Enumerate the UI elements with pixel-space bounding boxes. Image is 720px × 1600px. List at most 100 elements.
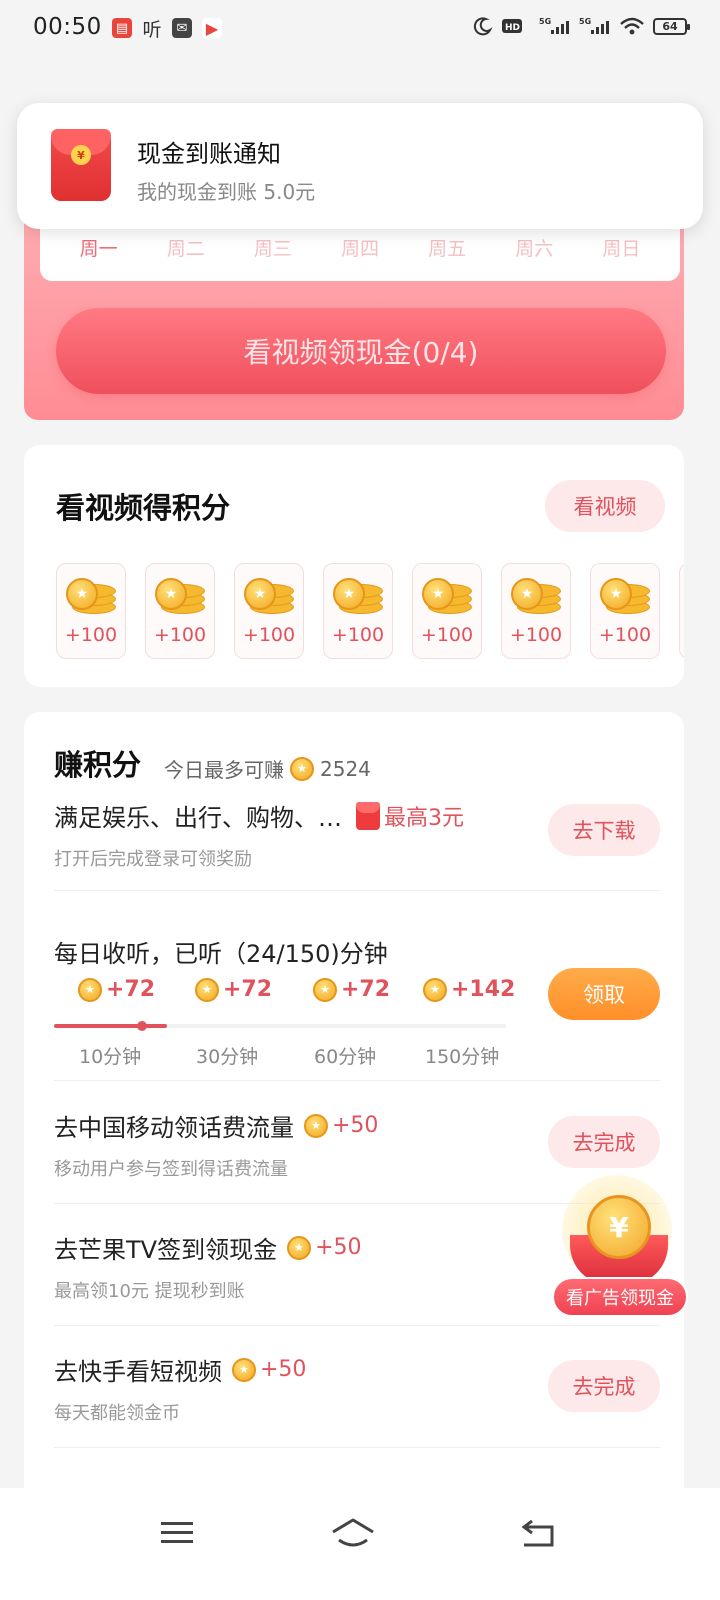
day-sun[interactable]: 周日 xyxy=(602,234,640,261)
task-reward: 最高3元 xyxy=(356,800,464,832)
coin-stack-icon: ★ xyxy=(244,574,296,616)
coin-tile[interactable]: ★ +100 xyxy=(590,563,660,659)
task-desc: 每天都能领金币 xyxy=(54,1403,180,1424)
progress-marker xyxy=(137,1021,147,1031)
video-icon: ▶ xyxy=(202,18,222,38)
earn-points-card: 赚积分 今日最多可赚 ★ 2524 满足娱乐、出行、购物、… 最高3元 打开后完… xyxy=(24,712,684,1512)
coin-icon: ★ xyxy=(287,1235,312,1260)
status-bar: 00:50 ▤ 听 ✉ ▶ HD 5G 5G 64 xyxy=(0,0,720,60)
notification-body: 我的现金到账 5.0元 xyxy=(137,180,316,204)
notification-title: 现金到账通知 xyxy=(137,140,281,168)
download-button[interactable]: 去下载 xyxy=(548,804,660,856)
hd-icon: HD xyxy=(502,19,522,33)
divider xyxy=(54,1325,660,1326)
coin-icon: ★ xyxy=(290,756,314,781)
task-china-mobile: 去中国移动领话费流量 ★ +50 移动用户参与签到得话费流量 xyxy=(54,1108,378,1181)
day-wed[interactable]: 周三 xyxy=(254,234,292,261)
svg-text:5G: 5G xyxy=(539,17,551,26)
float-ad-label[interactable]: 看广告领现金 xyxy=(552,1277,688,1317)
task-title: 去芒果TV签到领现金 xyxy=(54,1236,278,1264)
task-download: 满足娱乐、出行、购物、… 最高3元 打开后完成登录可领奖励 xyxy=(54,798,464,871)
milestone-label: 60分钟 xyxy=(314,1046,377,1068)
claim-button[interactable]: 领取 xyxy=(548,968,660,1020)
coin-tile[interactable]: ★ +100 xyxy=(145,563,215,659)
signal-2-icon: 5G xyxy=(579,17,609,34)
milestone-label: 150分钟 xyxy=(425,1046,500,1068)
video-points-card: 看视频得积分 看视频 ★ +100 ★ +100 ★ +100 ★ +100 ★… xyxy=(24,445,684,687)
coin-tile[interactable]: ★ +100 xyxy=(412,563,482,659)
svg-text:5G: 5G xyxy=(579,17,591,26)
listen-app-icon: 听 xyxy=(142,18,162,41)
task-reward: ★ +50 xyxy=(287,1235,362,1260)
coin-amount: +100 xyxy=(598,624,652,646)
mail-icon: ✉ xyxy=(172,18,192,38)
task-desc: 打开后完成登录可领奖励 xyxy=(54,849,252,870)
coin-icon: ★ xyxy=(232,1357,256,1382)
task-desc: 最高领10元 提现秒到账 xyxy=(54,1281,245,1302)
coin-tile[interactable]: ★ +100 xyxy=(501,563,571,659)
float-ad-widget[interactable]: ¥ 看广告领现金 xyxy=(552,1175,692,1325)
coin-icon: ★ xyxy=(78,977,102,1002)
day-tue[interactable]: 周二 xyxy=(167,234,205,261)
task-kuaishou: 去快手看短视频 ★ +50 每天都能领金币 xyxy=(54,1352,306,1425)
coin-amount: +1 xyxy=(680,624,684,646)
divider xyxy=(54,1080,660,1081)
day-sat[interactable]: 周六 xyxy=(515,234,553,261)
red-packet-icon xyxy=(356,801,380,830)
milestone-reward: ★ +72 xyxy=(313,977,390,1002)
coin-tile[interactable]: ★ +100 xyxy=(234,563,304,659)
earn-max-points: 2524 xyxy=(320,756,371,781)
task-title: 去中国移动领话费流量 xyxy=(54,1114,294,1142)
coin-amount: +100 xyxy=(242,624,296,646)
wifi-icon xyxy=(620,17,644,35)
divider xyxy=(54,890,660,891)
system-nav-bar xyxy=(0,1488,720,1600)
coin-icon: ★ xyxy=(313,977,337,1002)
coin-amount: +100 xyxy=(509,624,563,646)
milestone-reward: ★ +72 xyxy=(78,977,155,1002)
coin-stack-icon: ★ xyxy=(600,574,652,616)
coin-tile[interactable]: ★ +1 xyxy=(679,563,684,659)
home-icon[interactable] xyxy=(323,1508,383,1558)
coin-reward-row: ★ +100 ★ +100 ★ +100 ★ +100 ★ +100 ★ +10… xyxy=(56,563,684,659)
battery-icon: 64 xyxy=(653,17,690,35)
milestone-reward: ★ +142 xyxy=(423,977,515,1002)
milestone-label: 10分钟 xyxy=(79,1046,142,1068)
status-right: HD 5G 5G 64 xyxy=(473,16,690,36)
coin-amount: +100 xyxy=(64,624,118,646)
day-mon[interactable]: 周一 xyxy=(80,234,118,261)
red-packet-icon: ¥ xyxy=(51,129,111,201)
earn-subtitle: 今日最多可赚 ★ 2524 xyxy=(164,754,371,783)
status-app-icons: ▤ 听 ✉ ▶ xyxy=(112,17,222,41)
task-reward-value: 最高3元 xyxy=(384,805,464,831)
listen-task-title: 每日收听，已听（24/150)分钟 xyxy=(54,940,388,968)
task-title: 满足娱乐、出行、购物、… xyxy=(54,804,342,832)
complete-button[interactable]: 去完成 xyxy=(548,1116,660,1168)
menu-icon[interactable] xyxy=(147,1508,207,1558)
coin-amount: +100 xyxy=(331,624,385,646)
milestone-reward: ★ +72 xyxy=(195,977,272,1002)
coin-tile[interactable]: ★ +100 xyxy=(56,563,126,659)
coin-amount: +100 xyxy=(153,624,207,646)
day-fri[interactable]: 周五 xyxy=(428,234,466,261)
coin-icon: ★ xyxy=(304,1113,328,1138)
task-mango-tv: 去芒果TV签到领现金 ★ +50 最高领10元 提现秒到账 xyxy=(54,1230,362,1303)
coin-icon: ★ xyxy=(423,977,447,1002)
coin-tile[interactable]: ★ +100 xyxy=(323,563,393,659)
watch-video-button[interactable]: 看视频 xyxy=(545,480,665,532)
status-time: 00:50 xyxy=(33,14,102,40)
yuan-coin-icon: ¥ xyxy=(587,1195,651,1259)
signal-1-icon: 5G xyxy=(539,17,569,34)
cash-notification[interactable]: ¥ 现金到账通知 我的现金到账 5.0元 xyxy=(17,103,703,229)
back-icon[interactable] xyxy=(508,1508,568,1558)
complete-button[interactable]: 去完成 xyxy=(548,1360,660,1412)
coin-amount: +100 xyxy=(420,624,474,646)
watch-video-cash-button[interactable]: 看视频领现金(0/4) xyxy=(56,308,666,394)
coin-stack-icon: ★ xyxy=(66,574,118,616)
task-reward: ★ +50 xyxy=(304,1113,378,1138)
day-thu[interactable]: 周四 xyxy=(341,234,379,261)
task-desc: 移动用户参与签到得话费流量 xyxy=(54,1159,288,1180)
earn-subtitle-label: 今日最多可赚 xyxy=(164,758,284,782)
milestone-label: 30分钟 xyxy=(196,1046,259,1068)
news-icon: ▤ xyxy=(112,18,132,38)
